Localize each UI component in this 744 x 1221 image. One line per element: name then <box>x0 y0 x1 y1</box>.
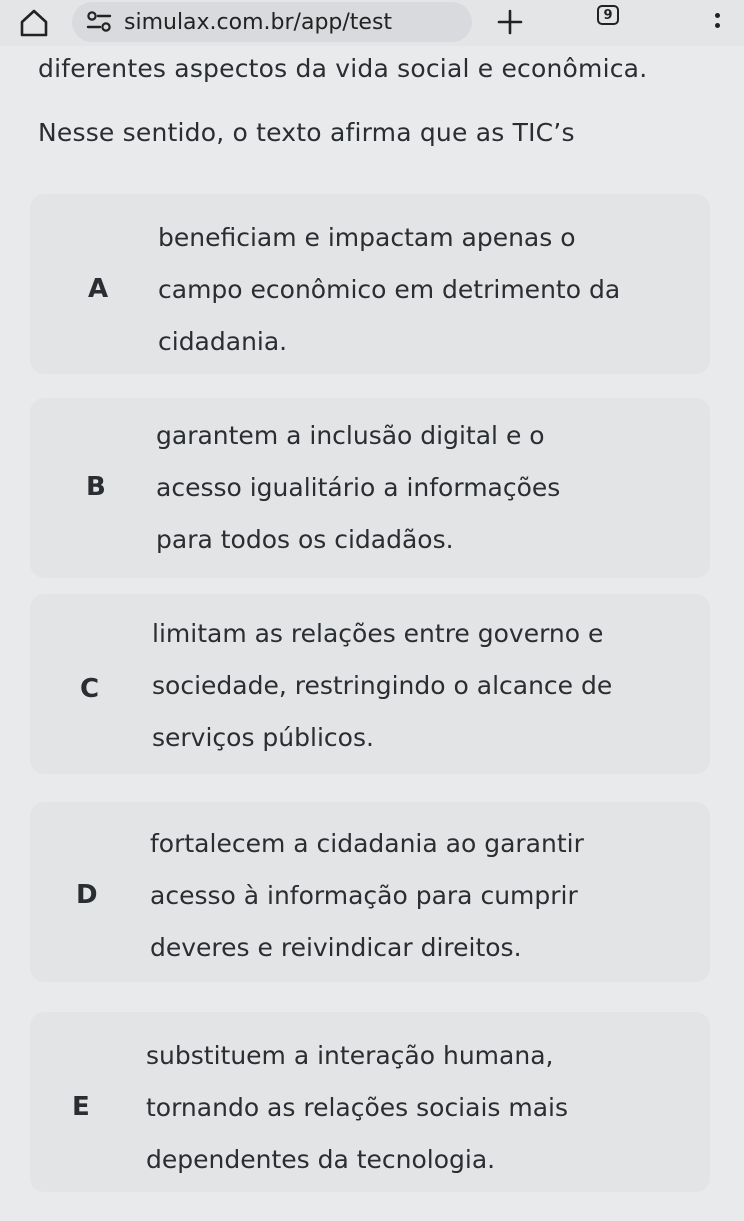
option-text: fortalecem a cidadania ao garantir acess… <box>150 829 584 962</box>
option-letter: B <box>86 472 106 502</box>
option-letter: A <box>88 274 109 304</box>
question-content: diferentes aspectos da vida social e eco… <box>0 46 744 1221</box>
more-vertical-icon-dot <box>714 22 720 28</box>
option-text: limitam as relações entre governo e soci… <box>152 619 613 752</box>
tab-count-badge: 9 <box>597 5 619 25</box>
site-settings-button[interactable] <box>84 7 114 37</box>
question-stem-line: diferentes aspectos da vida social e eco… <box>38 54 648 83</box>
tab-switcher-button[interactable]: 9 <box>590 0 626 30</box>
option-letter: C <box>80 674 100 704</box>
site-settings-icon <box>86 11 112 32</box>
home-icon <box>20 9 48 37</box>
browser-menu-button[interactable] <box>702 2 732 38</box>
option-letter: E <box>72 1092 90 1122</box>
more-vertical-icon <box>714 12 720 18</box>
option-letter: D <box>76 880 98 910</box>
option-text: garantem a inclusão digital e o acesso i… <box>156 421 561 554</box>
option-text: beneficiam e impactam apenas o campo eco… <box>158 223 621 356</box>
question-stem-line: Nesse sentido, o texto afirma que as TIC… <box>38 118 575 147</box>
address-bar[interactable]: simulax.com.br/app/test <box>72 2 472 42</box>
browser-toolbar: simulax.com.br/app/test 9 <box>0 0 744 46</box>
home-button[interactable] <box>14 6 54 40</box>
url-text: simulax.com.br/app/test <box>124 9 393 35</box>
new-tab-button[interactable] <box>488 2 532 42</box>
plus-icon <box>497 9 523 35</box>
option-text: substituem a interação humana, tornando … <box>146 1041 569 1174</box>
